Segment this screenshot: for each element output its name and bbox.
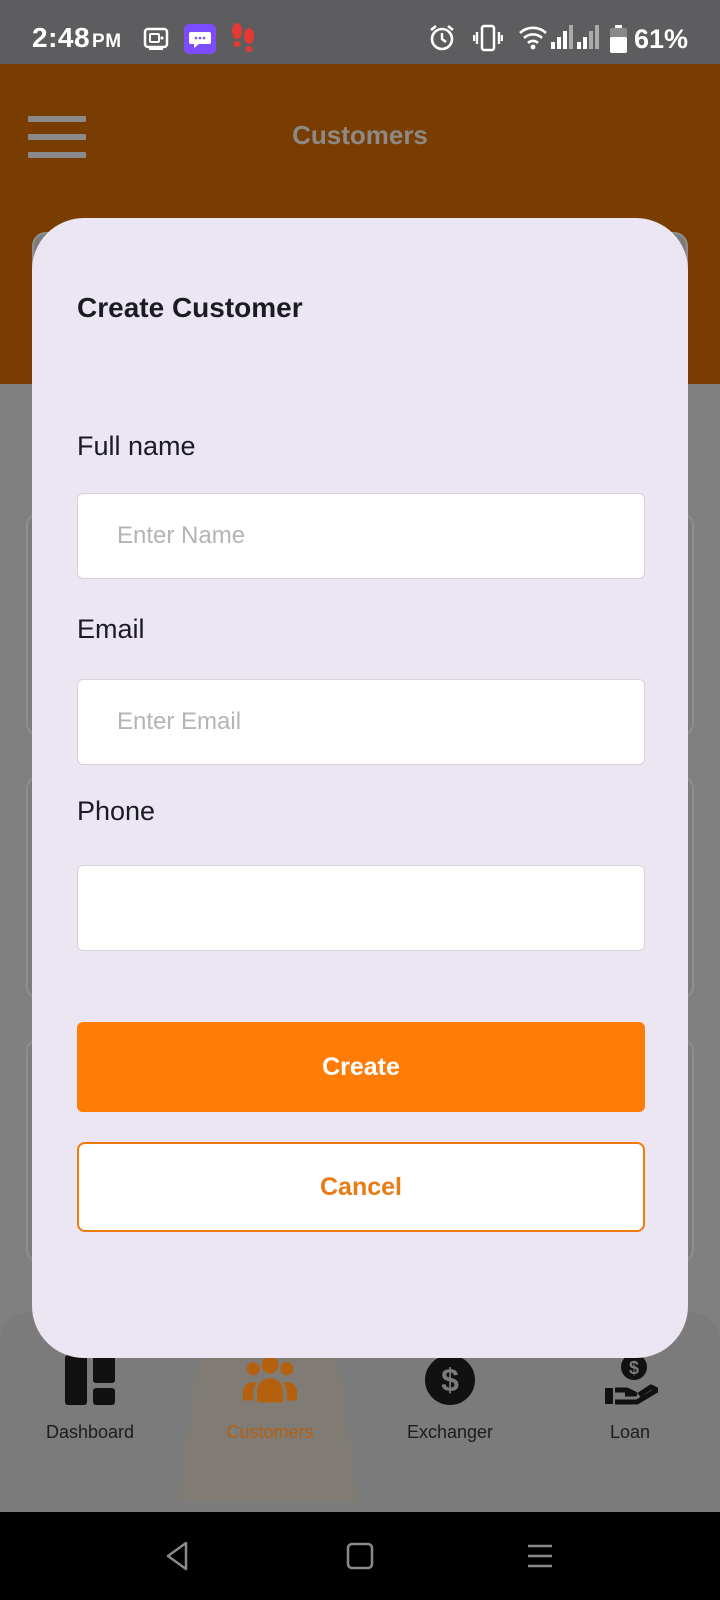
create-customer-dialog: Create Customer Full name Email Phone Cr… bbox=[32, 218, 688, 1358]
vibrate-icon bbox=[473, 24, 503, 52]
nav-item-dashboard[interactable]: Dashboard bbox=[0, 1352, 180, 1443]
phone-label: Phone bbox=[77, 796, 156, 826]
back-icon[interactable] bbox=[162, 1540, 194, 1572]
recents-icon[interactable] bbox=[524, 1540, 556, 1572]
nav-label: Customers bbox=[226, 1422, 314, 1442]
status-bar: 2:48 PM 61% bbox=[0, 0, 720, 64]
loan-hand-icon: $ bbox=[605, 1354, 658, 1405]
status-time-ampm: PM bbox=[92, 31, 122, 52]
screen-recorder-icon bbox=[143, 27, 169, 50]
dollar-coin-icon: $ bbox=[425, 1355, 475, 1405]
status-time: 2:48 PM bbox=[32, 22, 122, 54]
dialog-title: Create Customer bbox=[77, 292, 303, 323]
chat-app-icon bbox=[184, 24, 216, 54]
battery-icon bbox=[610, 25, 627, 53]
wifi-icon bbox=[519, 26, 547, 50]
email-input[interactable] bbox=[77, 679, 645, 765]
full-name-label: Full name bbox=[77, 431, 196, 461]
nav-label: Loan bbox=[609, 1422, 651, 1442]
signal-icon bbox=[577, 25, 599, 49]
nav-label: Exchanger bbox=[406, 1422, 494, 1442]
cancel-button[interactable]: Cancel bbox=[77, 1142, 645, 1232]
phone-input[interactable] bbox=[77, 865, 645, 951]
system-nav-bar bbox=[0, 1512, 720, 1600]
status-time-value: 2:48 bbox=[32, 22, 91, 53]
full-name-input[interactable] bbox=[77, 493, 645, 579]
nav-item-customers[interactable]: Customers bbox=[180, 1352, 360, 1443]
nav-item-exchanger[interactable]: $ Exchanger bbox=[360, 1352, 540, 1443]
svg-text:$: $ bbox=[441, 1362, 459, 1398]
battery-percent: 61% bbox=[633, 24, 688, 54]
alarm-icon bbox=[430, 24, 454, 51]
signal-icon bbox=[551, 25, 573, 49]
home-icon[interactable] bbox=[344, 1540, 376, 1572]
svg-text:$: $ bbox=[629, 1358, 639, 1378]
dashboard-icon bbox=[65, 1355, 115, 1405]
create-button[interactable]: Create bbox=[77, 1022, 645, 1112]
email-label: Email bbox=[77, 614, 145, 644]
page-title: Customers bbox=[292, 120, 428, 150]
customers-icon bbox=[242, 1356, 298, 1403]
nav-item-loan[interactable]: $ Loan bbox=[540, 1352, 720, 1443]
footsteps-icon bbox=[232, 23, 254, 52]
nav-label: Dashboard bbox=[45, 1422, 135, 1442]
